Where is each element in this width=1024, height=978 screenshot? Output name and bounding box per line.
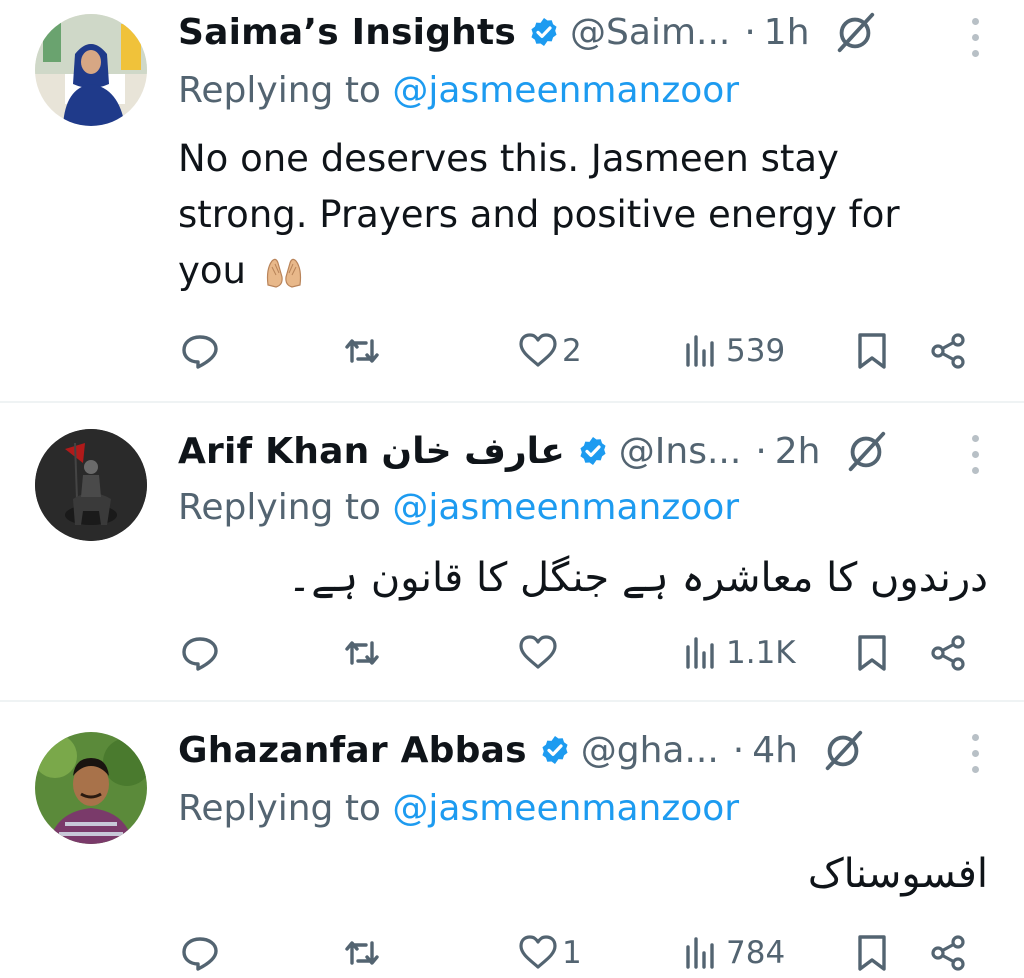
action-bar: 1 784 <box>0 928 1024 978</box>
reply-icon <box>182 637 218 671</box>
share-button[interactable] <box>928 628 968 678</box>
tweet-header: Ghazanfar Abbas @gha... · 4h <box>178 726 984 774</box>
replying-to: Replying to @jasmeenmanzoor <box>178 70 739 111</box>
tweet-1[interactable]: Saima’s Insights @Saim... · 1h Replying … <box>0 0 1024 400</box>
bookmark-icon <box>858 935 886 971</box>
views-button[interactable]: 1.1K <box>680 628 796 678</box>
repost-icon <box>345 339 379 363</box>
verified-badge-icon <box>542 736 568 764</box>
like-button[interactable]: 2 <box>518 326 582 376</box>
more-vertical-icon[interactable] <box>972 734 982 774</box>
mention-link[interactable]: @jasmeenmanzoor <box>392 487 739 528</box>
tweet-text: افسوسناک <box>807 851 988 897</box>
heart-icon <box>519 635 557 669</box>
reply-button[interactable] <box>180 326 224 376</box>
view-count: 1.1K <box>726 635 796 671</box>
more-vertical-icon[interactable] <box>972 18 982 58</box>
separator-dot: · <box>755 430 767 472</box>
reply-button[interactable] <box>180 628 224 678</box>
mention-link[interactable]: @jasmeenmanzoor <box>392 788 739 829</box>
share-button[interactable] <box>928 326 968 376</box>
grok-icon[interactable] <box>820 727 866 773</box>
timestamp[interactable]: 4h <box>752 730 798 771</box>
share-button[interactable] <box>928 928 968 978</box>
repost-icon <box>345 641 379 665</box>
avatar[interactable] <box>35 429 147 541</box>
view-count: 784 <box>726 935 786 971</box>
tweet-header: Saima’s Insights @Saim... · 1h <box>178 8 984 56</box>
tweet-text: No one deserves this. Jasmeen stay stron… <box>178 131 958 299</box>
repost-button[interactable] <box>342 928 386 978</box>
user-handle[interactable]: @Ins... <box>619 431 742 472</box>
tweet-header: Arif Khan عارف خان @Ins... · 2h <box>178 427 984 475</box>
reply-button[interactable] <box>180 928 224 978</box>
views-button[interactable]: 784 <box>680 928 785 978</box>
more-vertical-icon[interactable] <box>972 435 982 475</box>
share-icon <box>931 635 965 671</box>
views-button[interactable]: 539 <box>680 326 785 376</box>
like-count: 2 <box>562 333 582 369</box>
heart-icon <box>519 333 557 367</box>
views-icon <box>686 637 714 669</box>
share-icon <box>931 333 965 369</box>
tweet-text: درندوں کا معاشرہ ہے جنگل کا قانون ہے۔ <box>287 555 988 601</box>
avatar[interactable] <box>35 732 147 844</box>
avatar[interactable] <box>35 14 147 126</box>
display-name[interactable]: Ghazanfar Abbas <box>178 730 527 771</box>
replying-to: Replying to @jasmeenmanzoor <box>178 487 739 528</box>
user-handle[interactable]: @Saim... <box>570 12 730 53</box>
views-icon <box>686 335 714 367</box>
timestamp[interactable]: 1h <box>764 12 810 53</box>
reply-icon <box>182 335 218 369</box>
tweet-2[interactable]: Arif Khan عارف خان @Ins... · 2h Replying… <box>0 403 1024 699</box>
replying-prefix: Replying to <box>178 70 393 111</box>
mention-link[interactable]: @jasmeenmanzoor <box>392 70 739 111</box>
action-bar: 2 539 <box>0 326 1024 376</box>
share-icon <box>931 935 965 971</box>
verified-badge-icon <box>531 18 557 46</box>
action-bar: 1.1K <box>0 628 1024 678</box>
bookmark-button[interactable] <box>852 326 892 376</box>
user-handle[interactable]: @gha... <box>581 730 719 771</box>
display-name-urdu[interactable]: عارف خان <box>381 431 564 472</box>
like-button[interactable] <box>518 628 562 678</box>
bookmark-button[interactable] <box>852 928 892 978</box>
separator-dot: · <box>732 729 745 771</box>
display-name[interactable]: Saima’s Insights <box>178 12 516 53</box>
praying-hands-emoji <box>266 258 301 288</box>
grok-icon[interactable] <box>843 428 889 474</box>
bookmark-button[interactable] <box>852 628 892 678</box>
like-count: 1 <box>562 935 582 971</box>
timestamp[interactable]: 2h <box>775 431 821 472</box>
replying-prefix: Replying to <box>178 487 393 528</box>
tweet-3[interactable]: Ghazanfar Abbas @gha... · 4h Replying to… <box>0 702 1024 978</box>
verified-badge-icon <box>580 437 606 465</box>
heart-icon <box>519 935 557 969</box>
repost-button[interactable] <box>342 326 386 376</box>
reply-icon <box>182 937 218 971</box>
views-icon <box>686 937 714 969</box>
replying-prefix: Replying to <box>178 788 393 829</box>
separator-dot: · <box>744 11 756 53</box>
like-button[interactable]: 1 <box>518 928 582 978</box>
repost-button[interactable] <box>342 628 386 678</box>
display-name[interactable]: Arif Khan <box>178 431 369 472</box>
bookmark-icon <box>858 333 886 369</box>
view-count: 539 <box>726 333 786 369</box>
grok-icon[interactable] <box>832 9 878 55</box>
replying-to: Replying to @jasmeenmanzoor <box>178 788 739 829</box>
repost-icon <box>345 941 379 965</box>
bookmark-icon <box>858 635 886 671</box>
